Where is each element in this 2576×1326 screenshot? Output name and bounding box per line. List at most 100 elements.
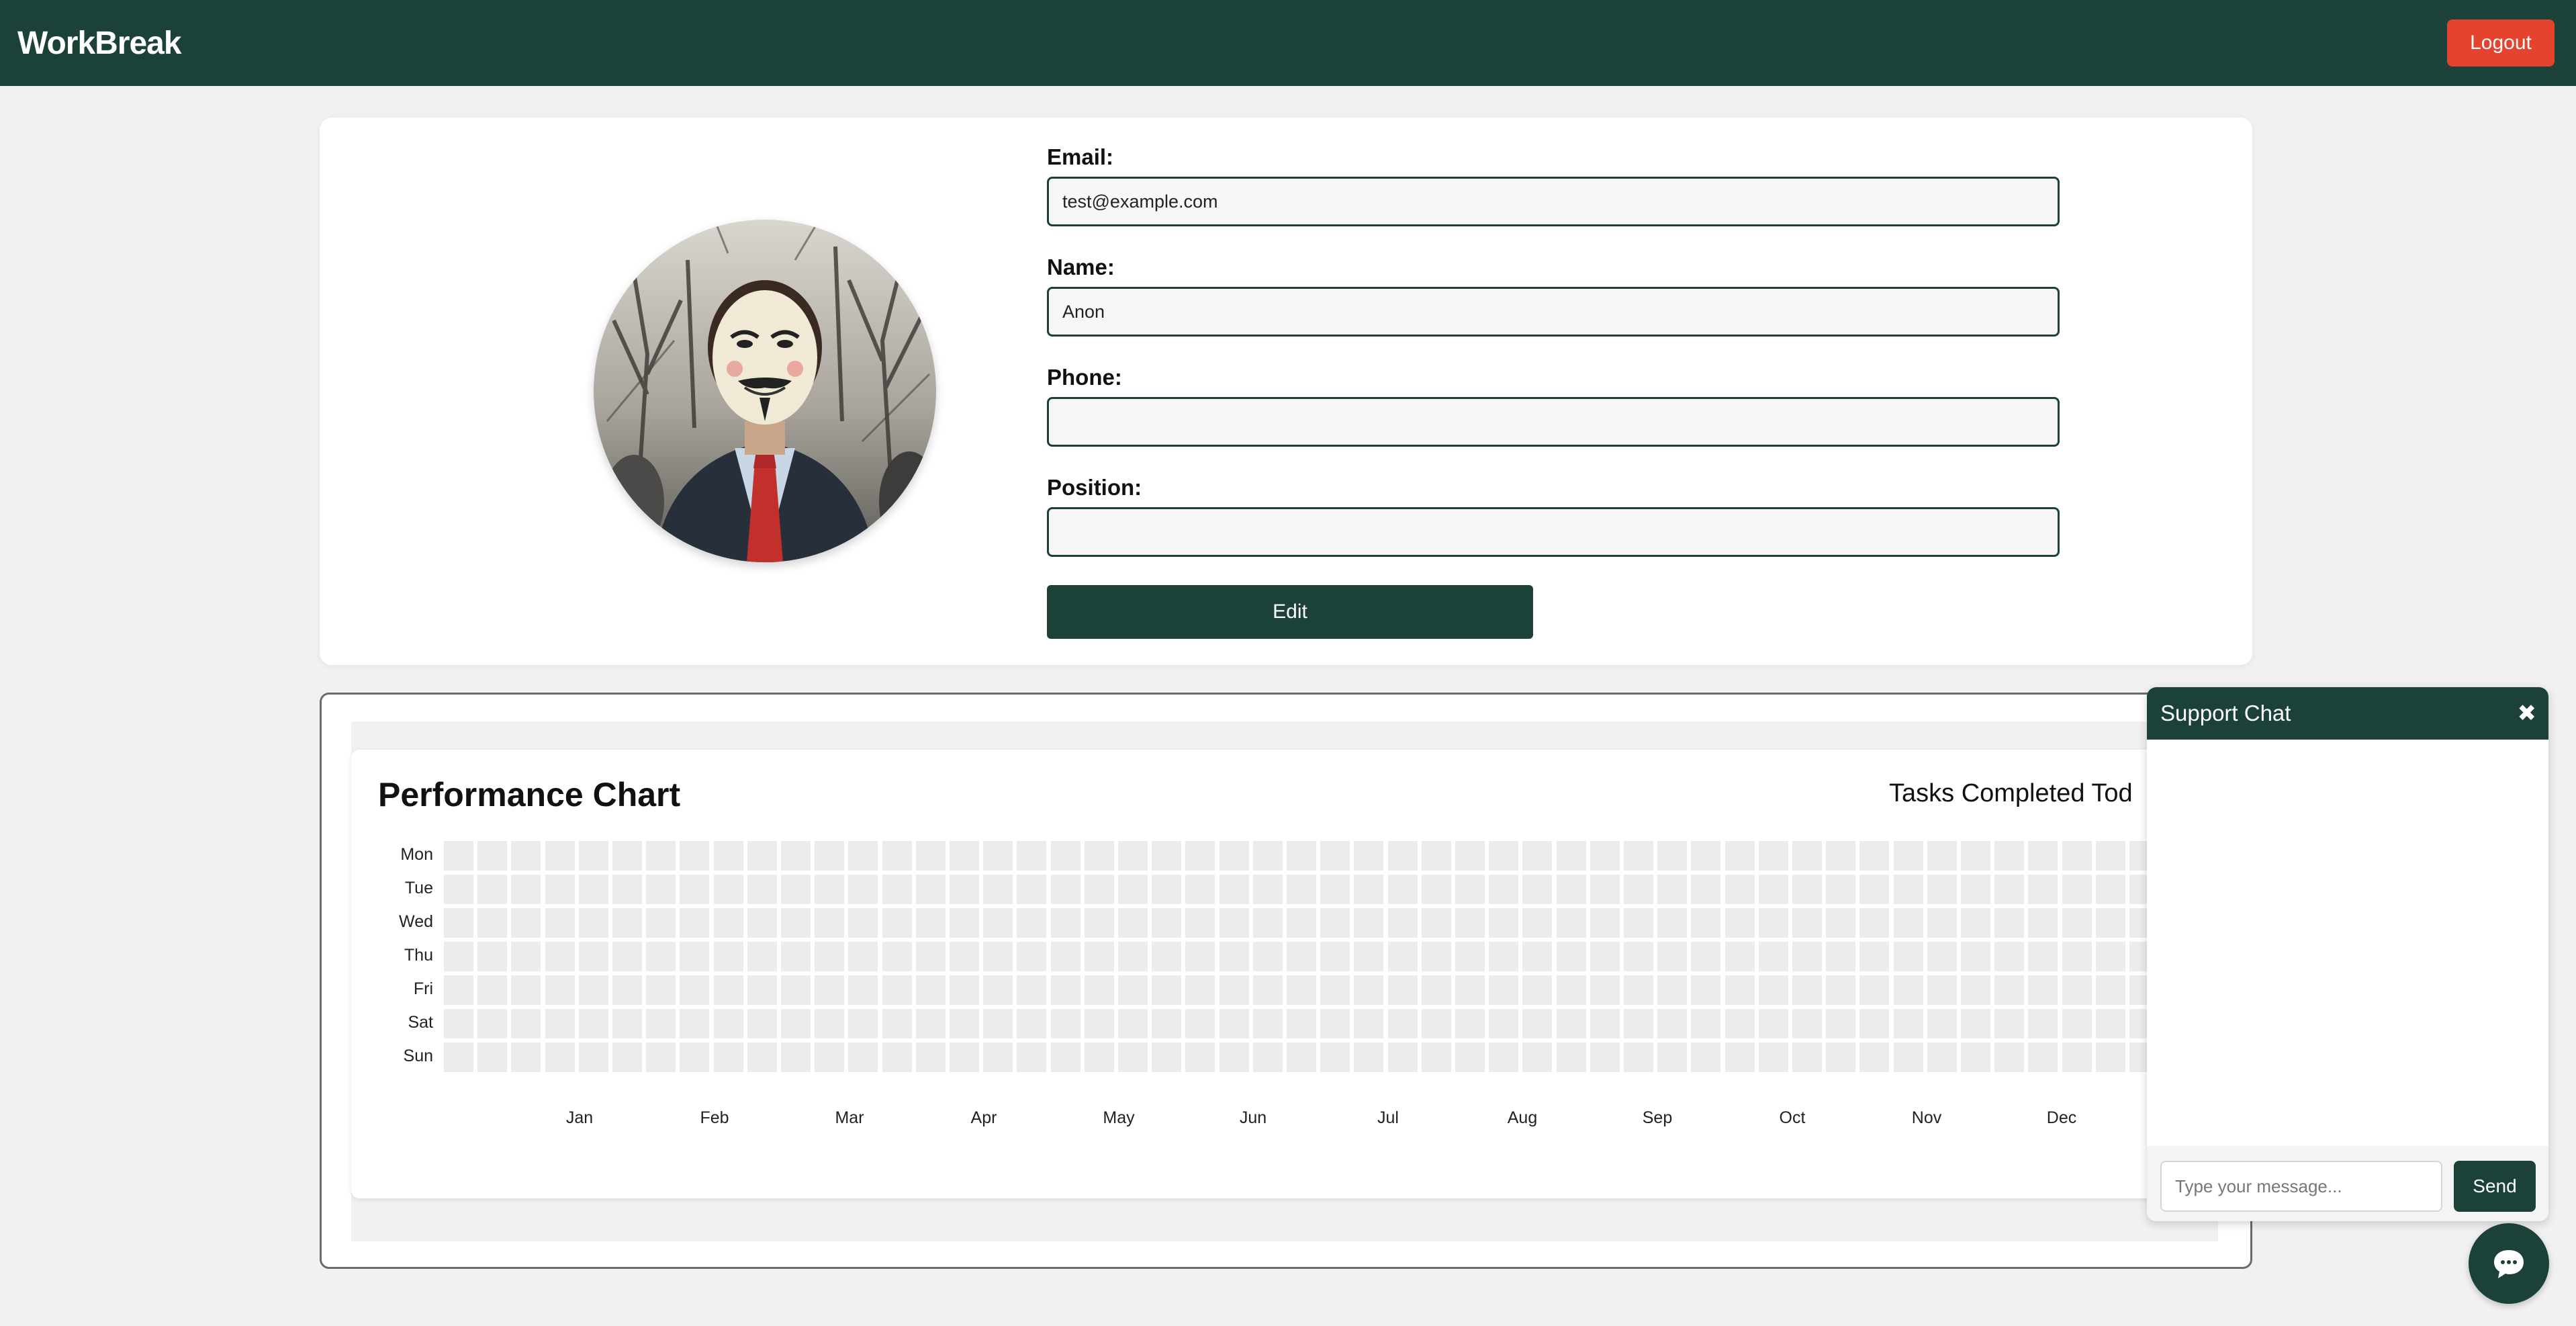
heatmap-cell <box>915 875 946 904</box>
heatmap-cell <box>545 841 575 871</box>
heatmap-cell <box>1961 1009 1990 1038</box>
heatmap-cell <box>1219 841 1249 871</box>
heatmap-cell <box>781 1009 811 1038</box>
heatmap-cell <box>1724 841 1755 871</box>
heatmap-cell <box>713 975 743 1005</box>
heatmap-cell <box>848 975 878 1005</box>
heatmap-cell <box>477 875 508 904</box>
heatmap-cell <box>1522 942 1553 971</box>
heatmap-cell <box>1590 975 1620 1005</box>
heatmap-cell <box>815 942 845 971</box>
heatmap-cell <box>1792 875 1822 904</box>
heatmap-cell <box>747 908 777 938</box>
heatmap-cell <box>1287 1043 1316 1072</box>
heatmap-cell <box>2062 942 2092 971</box>
heatmap-cell <box>1961 908 1990 938</box>
heatmap-cell <box>511 1009 541 1038</box>
brand-logo[interactable]: WorkBreak <box>17 25 182 62</box>
phone-field[interactable] <box>1047 397 2060 447</box>
heatmap-cell <box>1522 841 1553 871</box>
heatmap-cell <box>1152 942 1182 971</box>
heatmap-cell <box>511 1043 541 1072</box>
heatmap-cell <box>545 875 575 904</box>
heatmap-cell <box>1961 975 1990 1005</box>
heatmap-cell <box>983 875 1013 904</box>
phone-label: Phone: <box>1047 365 1122 390</box>
heatmap-cell <box>1792 1009 1822 1038</box>
heatmap-cell <box>1691 1009 1721 1038</box>
heatmap-cell <box>1624 975 1653 1005</box>
heatmap-cell <box>1252 975 1283 1005</box>
heatmap-cell <box>1387 1043 1418 1072</box>
heatmap-cell <box>2095 975 2125 1005</box>
heatmap-cell <box>1758 1043 1788 1072</box>
chat-messages[interactable] <box>2147 740 2548 1146</box>
heatmap-cell <box>444 1009 473 1038</box>
heatmap-cell <box>646 841 676 871</box>
heatmap-cell <box>2028 1043 2058 1072</box>
avatar-photo <box>594 220 936 562</box>
heatmap-cell <box>983 1043 1013 1072</box>
heatmap-cell <box>1657 975 1688 1005</box>
heatmap-cell <box>1826 975 1856 1005</box>
logout-button[interactable]: Logout <box>2447 19 2555 67</box>
heatmap-cell <box>747 875 777 904</box>
day-label-fri: Fri <box>413 979 433 998</box>
heatmap-cell <box>1994 1043 2025 1072</box>
heatmap-cell <box>1893 942 1923 971</box>
heatmap-cell <box>983 908 1013 938</box>
heatmap-cell <box>1118 1009 1148 1038</box>
heatmap-cell <box>848 942 878 971</box>
heatmap-cell <box>815 841 845 871</box>
heatmap-cell <box>713 1009 743 1038</box>
heatmap-cell <box>1657 875 1688 904</box>
heatmap-cell <box>2095 1043 2125 1072</box>
heatmap-cell <box>1489 875 1519 904</box>
heatmap-cell <box>1050 875 1080 904</box>
heatmap-cell <box>1017 942 1047 971</box>
heatmap-cell <box>1354 1009 1384 1038</box>
month-label-mar: Mar <box>835 1108 864 1127</box>
heatmap-cell <box>1118 875 1148 904</box>
heatmap-cell <box>1893 1009 1923 1038</box>
heatmap-cell <box>511 975 541 1005</box>
heatmap-cell <box>1455 875 1485 904</box>
email-field[interactable] <box>1047 177 2060 226</box>
performance-section: Performance Chart Tasks Completed Tod Mo… <box>320 693 2252 1269</box>
heatmap-cell <box>781 942 811 971</box>
chat-message-input[interactable] <box>2160 1161 2442 1212</box>
edit-button[interactable]: Edit <box>1047 585 1533 639</box>
heatmap-cell <box>1556 1009 1586 1038</box>
heatmap-cell <box>444 841 473 871</box>
heatmap-cell <box>1219 975 1249 1005</box>
heatmap-cell <box>1017 975 1047 1005</box>
send-button[interactable]: Send <box>2454 1161 2536 1212</box>
heatmap-cell <box>882 1043 912 1072</box>
profile-card: Email: Name: Phone: Position: Edit <box>320 118 2252 665</box>
chat-toggle-button[interactable] <box>2469 1223 2549 1304</box>
heatmap-cell <box>2095 1009 2125 1038</box>
heatmap-cell <box>1152 908 1182 938</box>
heatmap-cell <box>1961 1043 1990 1072</box>
heatmap-cell <box>1859 875 1890 904</box>
heatmap-cell <box>1859 908 1890 938</box>
close-icon[interactable]: ✖ <box>2518 700 2537 727</box>
heatmap-cell <box>1320 908 1350 938</box>
position-field[interactable] <box>1047 507 2060 557</box>
heatmap-cell <box>1152 841 1182 871</box>
month-label-sep: Sep <box>1642 1108 1673 1127</box>
heatmap-cell <box>1050 908 1080 938</box>
heatmap-cell <box>1287 908 1316 938</box>
heatmap-cell <box>1994 875 2025 904</box>
chat-bubble-icon <box>2494 1250 2524 1278</box>
heatmap-cell <box>1657 942 1688 971</box>
heatmap-cell <box>848 908 878 938</box>
heatmap-cell <box>1657 841 1688 871</box>
heatmap-cell <box>1185 875 1215 904</box>
heatmap-cell <box>1724 942 1755 971</box>
heatmap-cell <box>1421 875 1451 904</box>
month-label-dec: Dec <box>2046 1108 2077 1127</box>
performance-chart-title: Performance Chart <box>378 776 681 813</box>
name-field[interactable] <box>1047 287 2060 337</box>
performance-chart-card: Performance Chart Tasks Completed Tod Mo… <box>351 750 2227 1198</box>
